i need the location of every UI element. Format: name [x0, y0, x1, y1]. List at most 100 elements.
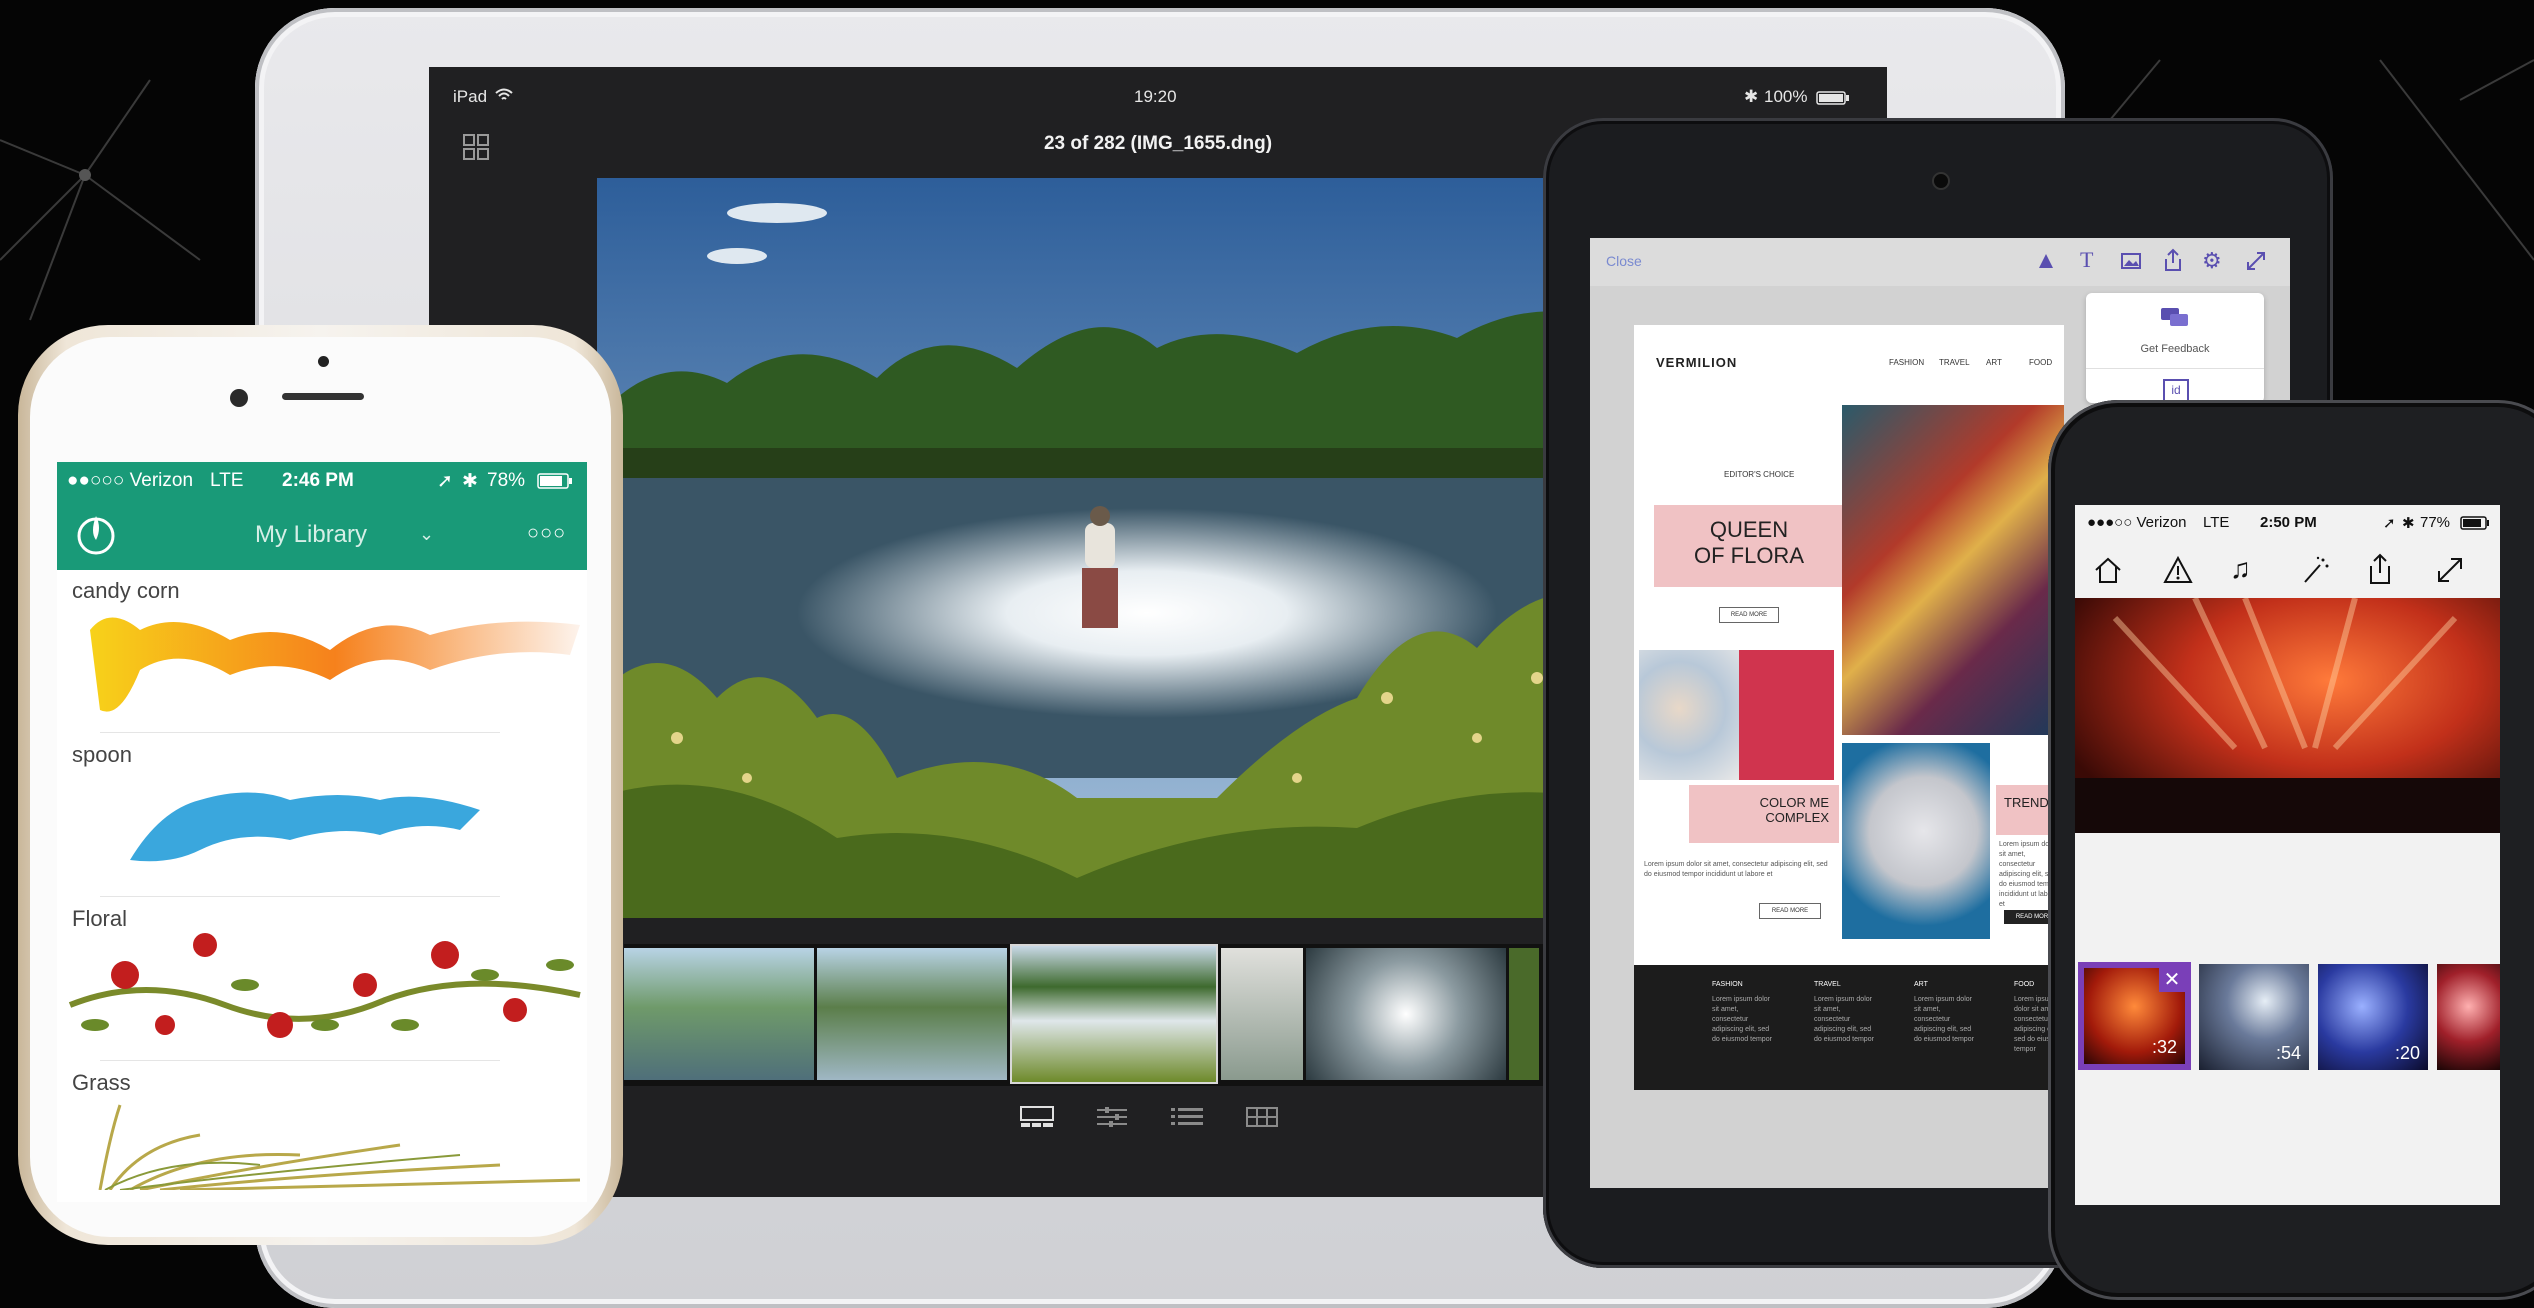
crop-grid-icon[interactable]: [1245, 1106, 1279, 1133]
warning-icon[interactable]: [2163, 555, 2193, 590]
brush-name: Grass: [72, 1070, 131, 1095]
list-divider: [100, 732, 500, 733]
editor-toolbar: Close T ⚙: [1590, 238, 2290, 286]
battery-label: 78%: [487, 470, 526, 491]
carrier-label: ●●○○○ Verizon: [67, 470, 194, 491]
brush-list-item[interactable]: [80, 1095, 587, 1192]
text-icon[interactable]: T: [2080, 247, 2093, 273]
fullscreen-icon[interactable]: [2245, 250, 2267, 277]
footer-heading: TRAVEL: [1814, 981, 1841, 988]
concert-video-preview[interactable]: [2075, 596, 2500, 833]
editors-choice-label: EDITOR'S CHOICE: [1724, 470, 1795, 479]
filmstrip-thumb[interactable]: [1306, 948, 1506, 1080]
clip-toolbar: ♫: [2075, 545, 2500, 595]
theme-icon[interactable]: [2035, 250, 2057, 277]
location-icon: ➚: [2383, 515, 2396, 532]
magic-wand-icon[interactable]: [2300, 555, 2330, 590]
site-nav-item[interactable]: ART: [1986, 358, 2002, 367]
music-icon[interactable]: ♫: [2230, 553, 2251, 585]
brush-list-item[interactable]: [80, 600, 580, 730]
brush-list-item[interactable]: [120, 770, 520, 880]
site-footer: FASHION TRAVEL ART FOOD Lorem ipsum dolo…: [1634, 965, 2064, 1090]
color-me-box: COLOR ME COMPLEX: [1689, 785, 1839, 843]
read-more-button[interactable]: READ MORE: [1719, 607, 1779, 623]
clip-duration: :32: [2151, 1037, 2177, 1057]
filmstrip-thumb-selected[interactable]: [1010, 944, 1218, 1084]
site-nav-item[interactable]: FASHION: [1889, 358, 1924, 367]
more-icon[interactable]: ○○○: [527, 522, 566, 545]
earpiece: [282, 393, 364, 400]
footer-heading: FASHION: [1712, 981, 1743, 988]
site-brand: VERMILION: [1656, 355, 1738, 370]
clip-thumb-selected[interactable]: ✕ :32: [2078, 962, 2191, 1070]
hero-title-line-2: OF FLORA: [1693, 543, 1804, 568]
battery-icon: [537, 473, 573, 495]
share-popover: Get Feedback id: [2086, 293, 2264, 403]
filmstrip-thumb[interactable]: [1509, 948, 1539, 1080]
carrier-label: ●●●○○ Verizon: [2087, 514, 2187, 531]
brush-stroke-preview: [130, 792, 480, 862]
read-more-button[interactable]: READ MORE: [1759, 903, 1821, 919]
image-icon[interactable]: [2120, 250, 2142, 277]
close-button[interactable]: Close: [1606, 253, 1642, 269]
lightroom-bottom-toolbar: [1000, 1102, 1300, 1132]
time-label: 19:20: [1134, 87, 1177, 106]
footer-heading: ART: [1914, 981, 1928, 988]
clip-duration: :54: [2275, 1043, 2301, 1063]
bluetooth-icon: ✱: [2402, 515, 2415, 532]
app-logo-icon[interactable]: [72, 510, 120, 563]
library-title[interactable]: My Library: [255, 521, 367, 549]
ipad-status-bar: iPad 19:20 ✱ 100%: [429, 87, 1887, 117]
expand-icon[interactable]: [2435, 555, 2465, 590]
feedback-icon: [2160, 307, 2190, 334]
clip-thumb[interactable]: :20: [2318, 964, 2428, 1070]
time-label: 2:46 PM: [282, 470, 354, 491]
footer-heading: FOOD: [2014, 981, 2035, 988]
footer-text: Lorem ipsum dolor sit amet, consectetur …: [1814, 996, 1874, 1043]
front-camera: [318, 356, 329, 367]
filmstrip-thumb[interactable]: [817, 948, 1007, 1080]
face-paint-photo: [1639, 650, 1739, 780]
bluetooth-icon: ✱: [1744, 87, 1759, 106]
list-divider: [100, 1060, 500, 1061]
battery-label: 77%: [2420, 514, 2451, 531]
iphone-status-bar: ●●●○○ Verizon LTE 2:50 PM ➚ ✱ 77%: [2075, 512, 2500, 542]
share-icon[interactable]: [2365, 553, 2395, 590]
front-camera: [1932, 172, 1950, 190]
website-page: VERMILION FASHION TRAVEL ART FOOD EDITOR…: [1634, 325, 2064, 1090]
filmstrip-view-icon[interactable]: [1020, 1106, 1054, 1133]
lorem-paragraph: Lorem ipsum dolor sit amet, consectetur …: [1644, 861, 1828, 878]
share-icon[interactable]: [2162, 248, 2184, 277]
brush-stroke-preview: [68, 933, 581, 1038]
battery-icon: [1816, 90, 1850, 110]
flora-photo: [1842, 405, 2064, 735]
clip-thumb[interactable]: [2437, 964, 2500, 1070]
chevron-down-icon[interactable]: ⌄: [419, 524, 434, 545]
brush-list-item[interactable]: [65, 915, 585, 1055]
time-label: 2:50 PM: [2260, 514, 2317, 531]
site-nav-item[interactable]: TRAVEL: [1939, 358, 1970, 367]
filmstrip-thumb[interactable]: [624, 948, 814, 1080]
list-icon[interactable]: [1170, 1106, 1204, 1133]
main-photo: [597, 178, 1597, 918]
close-icon[interactable]: ✕: [2159, 968, 2185, 992]
battery-label: 100%: [1764, 87, 1808, 106]
footer-text: Lorem ipsum dolor sit amet, consectetur …: [1914, 996, 1974, 1043]
location-icon: ➚: [437, 471, 453, 492]
hero-title-line-1: QUEEN: [1709, 517, 1789, 542]
brush-stroke-preview: [98, 1104, 581, 1192]
get-feedback-button[interactable]: Get Feedback: [2086, 343, 2264, 355]
settings-icon[interactable]: ⚙: [2202, 250, 2222, 272]
pink-texture-photo: [1739, 650, 1834, 780]
home-icon[interactable]: [2093, 555, 2123, 590]
brush-stroke-preview: [90, 617, 580, 712]
filmstrip-thumb[interactable]: [1221, 948, 1303, 1080]
iphone-status-bar: ●●○○○ Verizon LTE 2:46 PM ➚ ✱ 78%: [57, 462, 587, 500]
filmstrip[interactable]: [624, 944, 1624, 1086]
adjust-sliders-icon[interactable]: [1095, 1106, 1129, 1133]
brush-nav-bar: My Library ⌄ ○○○: [57, 500, 587, 570]
list-divider: [100, 896, 500, 897]
site-nav-item[interactable]: FOOD: [2029, 358, 2052, 367]
clip-thumb[interactable]: :54: [2199, 964, 2309, 1070]
brush-name: spoon: [72, 742, 132, 767]
